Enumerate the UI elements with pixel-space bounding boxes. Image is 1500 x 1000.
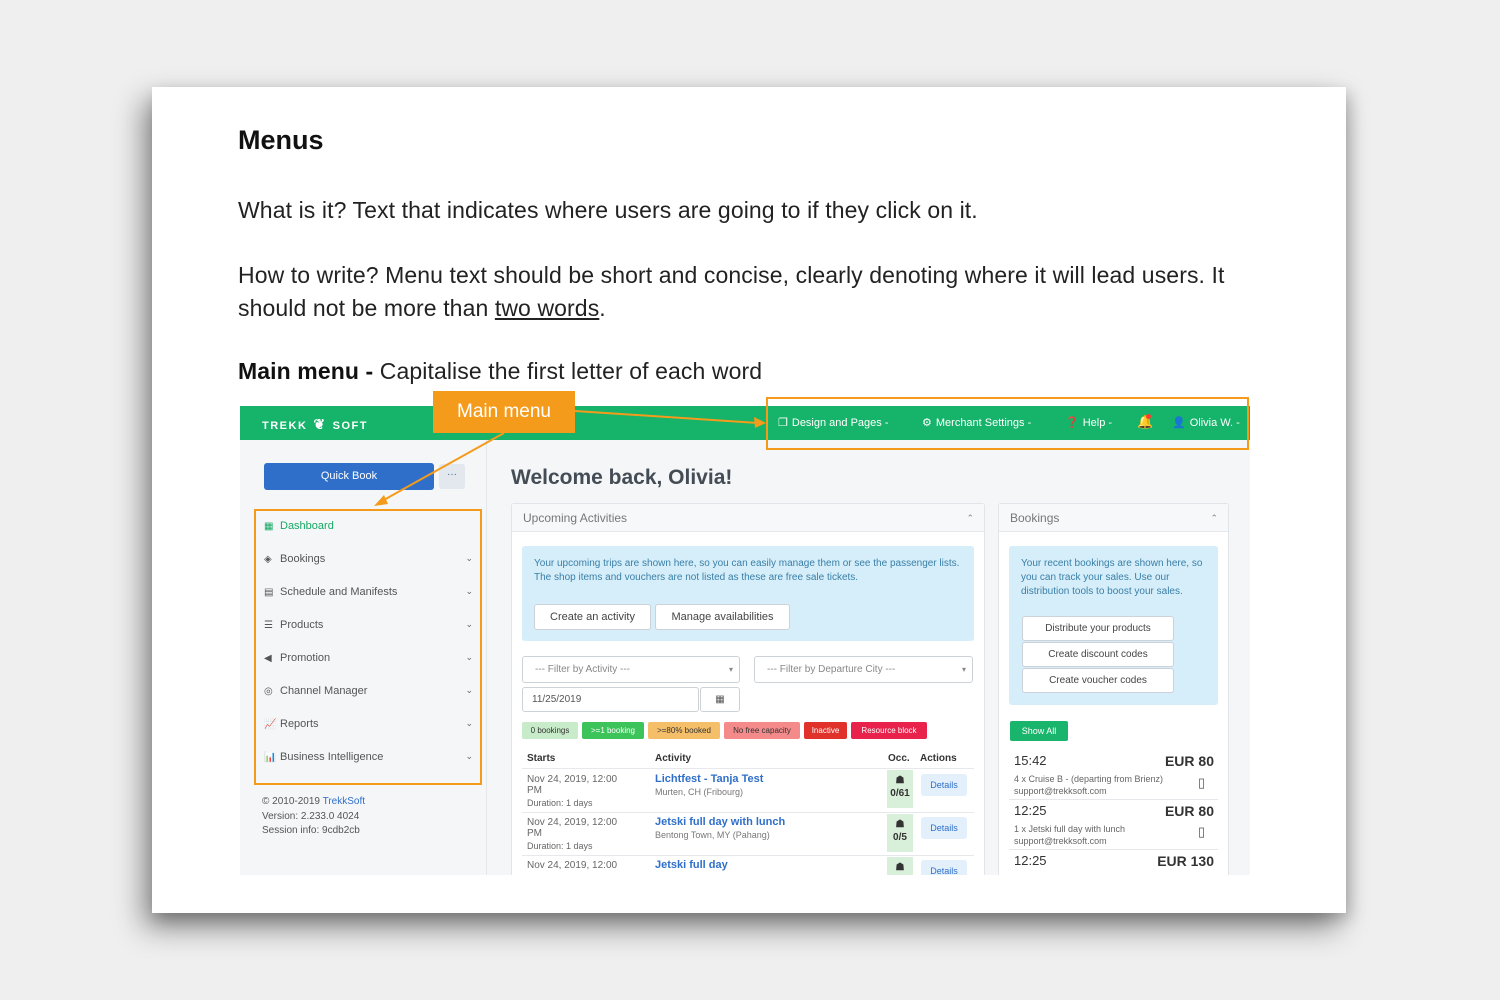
arrow-to-nav xyxy=(574,410,759,424)
arrowhead xyxy=(754,417,766,428)
callout-arrows xyxy=(374,410,766,506)
arrowhead xyxy=(374,495,388,506)
arrow-to-sidebar xyxy=(381,432,505,502)
